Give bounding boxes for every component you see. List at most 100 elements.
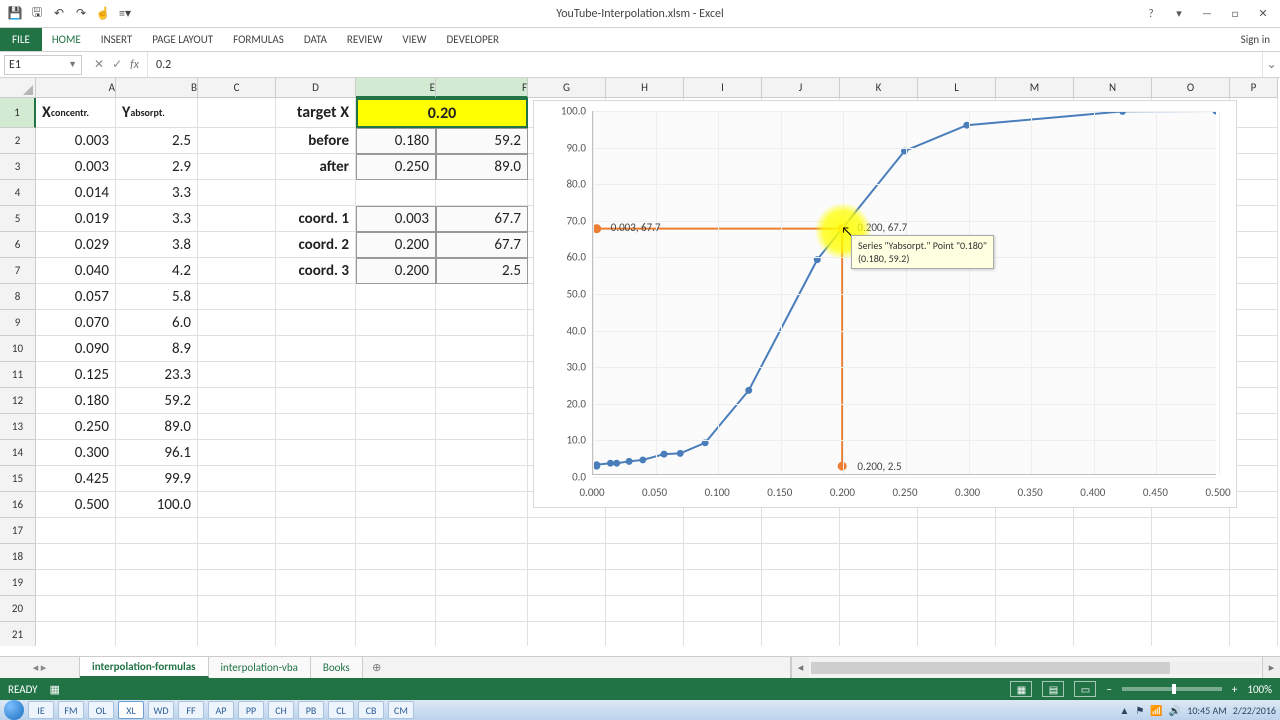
cell[interactable] (1152, 518, 1230, 544)
cell[interactable]: 6.0 (116, 310, 198, 336)
cell[interactable] (606, 596, 684, 622)
cell[interactable] (996, 622, 1074, 646)
zoom-in-button[interactable]: + (1232, 683, 1237, 696)
cell[interactable] (1074, 622, 1152, 646)
cell[interactable] (276, 466, 356, 492)
cell[interactable] (528, 596, 606, 622)
col-M[interactable]: M (996, 78, 1074, 98)
cell[interactable] (606, 622, 684, 646)
cell[interactable] (1074, 544, 1152, 570)
cell[interactable]: 0.003 (356, 206, 436, 232)
cell[interactable]: 2.5 (436, 258, 528, 284)
row-header[interactable]: 11 (0, 362, 36, 388)
qat-save2-icon[interactable]: 🖫 (28, 5, 46, 23)
cell[interactable]: 0.019 (36, 206, 116, 232)
tray-time[interactable]: 10:45 AM (1187, 704, 1227, 717)
cell[interactable] (198, 544, 276, 570)
cell[interactable] (276, 622, 356, 646)
sheet-tab-nav[interactable]: ◂ ▸ (0, 657, 80, 678)
taskbar-app-pb[interactable]: PB (298, 701, 324, 719)
formula-expand-icon[interactable]: ⌄ (1262, 52, 1280, 77)
cell[interactable] (276, 492, 356, 518)
tab-home[interactable]: HOME (42, 28, 91, 51)
cell[interactable] (1152, 622, 1230, 646)
tab-formulas[interactable]: FORMULAS (223, 28, 294, 51)
cell[interactable]: 0.425 (36, 466, 116, 492)
cell[interactable] (684, 570, 762, 596)
sheet-grid[interactable]: A B C D E F G H I J K L M N O P 1Xconcen… (0, 78, 1280, 646)
col-N[interactable]: N (1074, 78, 1152, 98)
cell[interactable] (36, 596, 116, 622)
taskbar-app-ie[interactable]: IE (28, 701, 54, 719)
taskbar-app-pp[interactable]: PP (238, 701, 264, 719)
cell[interactable]: 67.7 (436, 232, 528, 258)
cell[interactable] (1230, 154, 1278, 180)
cell[interactable] (436, 414, 528, 440)
col-J[interactable]: J (762, 78, 840, 98)
cell[interactable] (762, 544, 840, 570)
tab-developer[interactable]: DEVELOPER (437, 28, 509, 51)
col-K[interactable]: K (840, 78, 918, 98)
taskbar-app-cl[interactable]: CL (328, 701, 354, 719)
cell[interactable] (276, 180, 356, 206)
cell[interactable] (276, 362, 356, 388)
cell[interactable] (436, 544, 528, 570)
fx-label[interactable]: fx (130, 58, 139, 72)
cell[interactable] (996, 596, 1074, 622)
cell[interactable]: 3.3 (116, 206, 198, 232)
cell[interactable] (918, 544, 996, 570)
cell[interactable]: 0.250 (36, 414, 116, 440)
tray-network-icon[interactable]: 📶 (1150, 704, 1162, 717)
cell[interactable]: Xconcentr. (36, 98, 116, 128)
cell[interactable]: 0.057 (36, 284, 116, 310)
cell[interactable] (684, 544, 762, 570)
tray-sound-icon[interactable]: 🔊 (1169, 704, 1181, 717)
cell[interactable] (436, 466, 528, 492)
taskbar-app-xl[interactable]: XL (118, 701, 144, 719)
tab-insert[interactable]: INSERT (91, 28, 143, 51)
col-B[interactable]: B (116, 78, 198, 98)
row-header[interactable]: 15 (0, 466, 36, 492)
cell[interactable] (198, 362, 276, 388)
cell[interactable] (356, 440, 436, 466)
sheet-tab-interpolation-vba[interactable]: interpolation-vba (209, 657, 311, 678)
taskbar-app-cm[interactable]: CM (388, 701, 414, 719)
cell[interactable]: 0.500 (36, 492, 116, 518)
cell[interactable]: Yabsorpt. (116, 98, 198, 128)
taskbar-app-ol[interactable]: OL (88, 701, 114, 719)
cell[interactable]: 3.8 (116, 232, 198, 258)
cell[interactable] (996, 544, 1074, 570)
cell[interactable]: 5.8 (116, 284, 198, 310)
cell[interactable] (684, 622, 762, 646)
zoom-slider[interactable] (1122, 687, 1222, 691)
cell[interactable] (1230, 466, 1278, 492)
col-G[interactable]: G (528, 78, 606, 98)
taskbar-app-cb[interactable]: CB (358, 701, 384, 719)
cell[interactable] (276, 596, 356, 622)
zoom-level[interactable]: 100% (1247, 683, 1272, 696)
cell[interactable] (996, 518, 1074, 544)
taskbar-app-ff[interactable]: FF (178, 701, 204, 719)
cell[interactable] (1230, 258, 1278, 284)
close-button[interactable]: ✕ (1250, 5, 1276, 23)
cell[interactable]: 89.0 (116, 414, 198, 440)
cell[interactable] (1152, 570, 1230, 596)
cell[interactable] (36, 622, 116, 646)
cell[interactable] (116, 622, 198, 646)
cell[interactable] (356, 492, 436, 518)
view-normal-icon[interactable]: ▦ (1010, 681, 1032, 697)
cell[interactable] (198, 258, 276, 284)
col-P[interactable]: P (1230, 78, 1278, 98)
row-header[interactable]: 5 (0, 206, 36, 232)
cell[interactable] (1230, 362, 1278, 388)
cell[interactable] (918, 518, 996, 544)
cell[interactable]: 8.9 (116, 336, 198, 362)
row-header[interactable]: 3 (0, 154, 36, 180)
cell[interactable] (198, 232, 276, 258)
cell[interactable]: coord. 2 (276, 232, 356, 258)
cell[interactable] (356, 622, 436, 646)
cell[interactable]: 23.3 (116, 362, 198, 388)
cell[interactable] (840, 622, 918, 646)
cell[interactable] (1230, 544, 1278, 570)
cell[interactable] (276, 570, 356, 596)
